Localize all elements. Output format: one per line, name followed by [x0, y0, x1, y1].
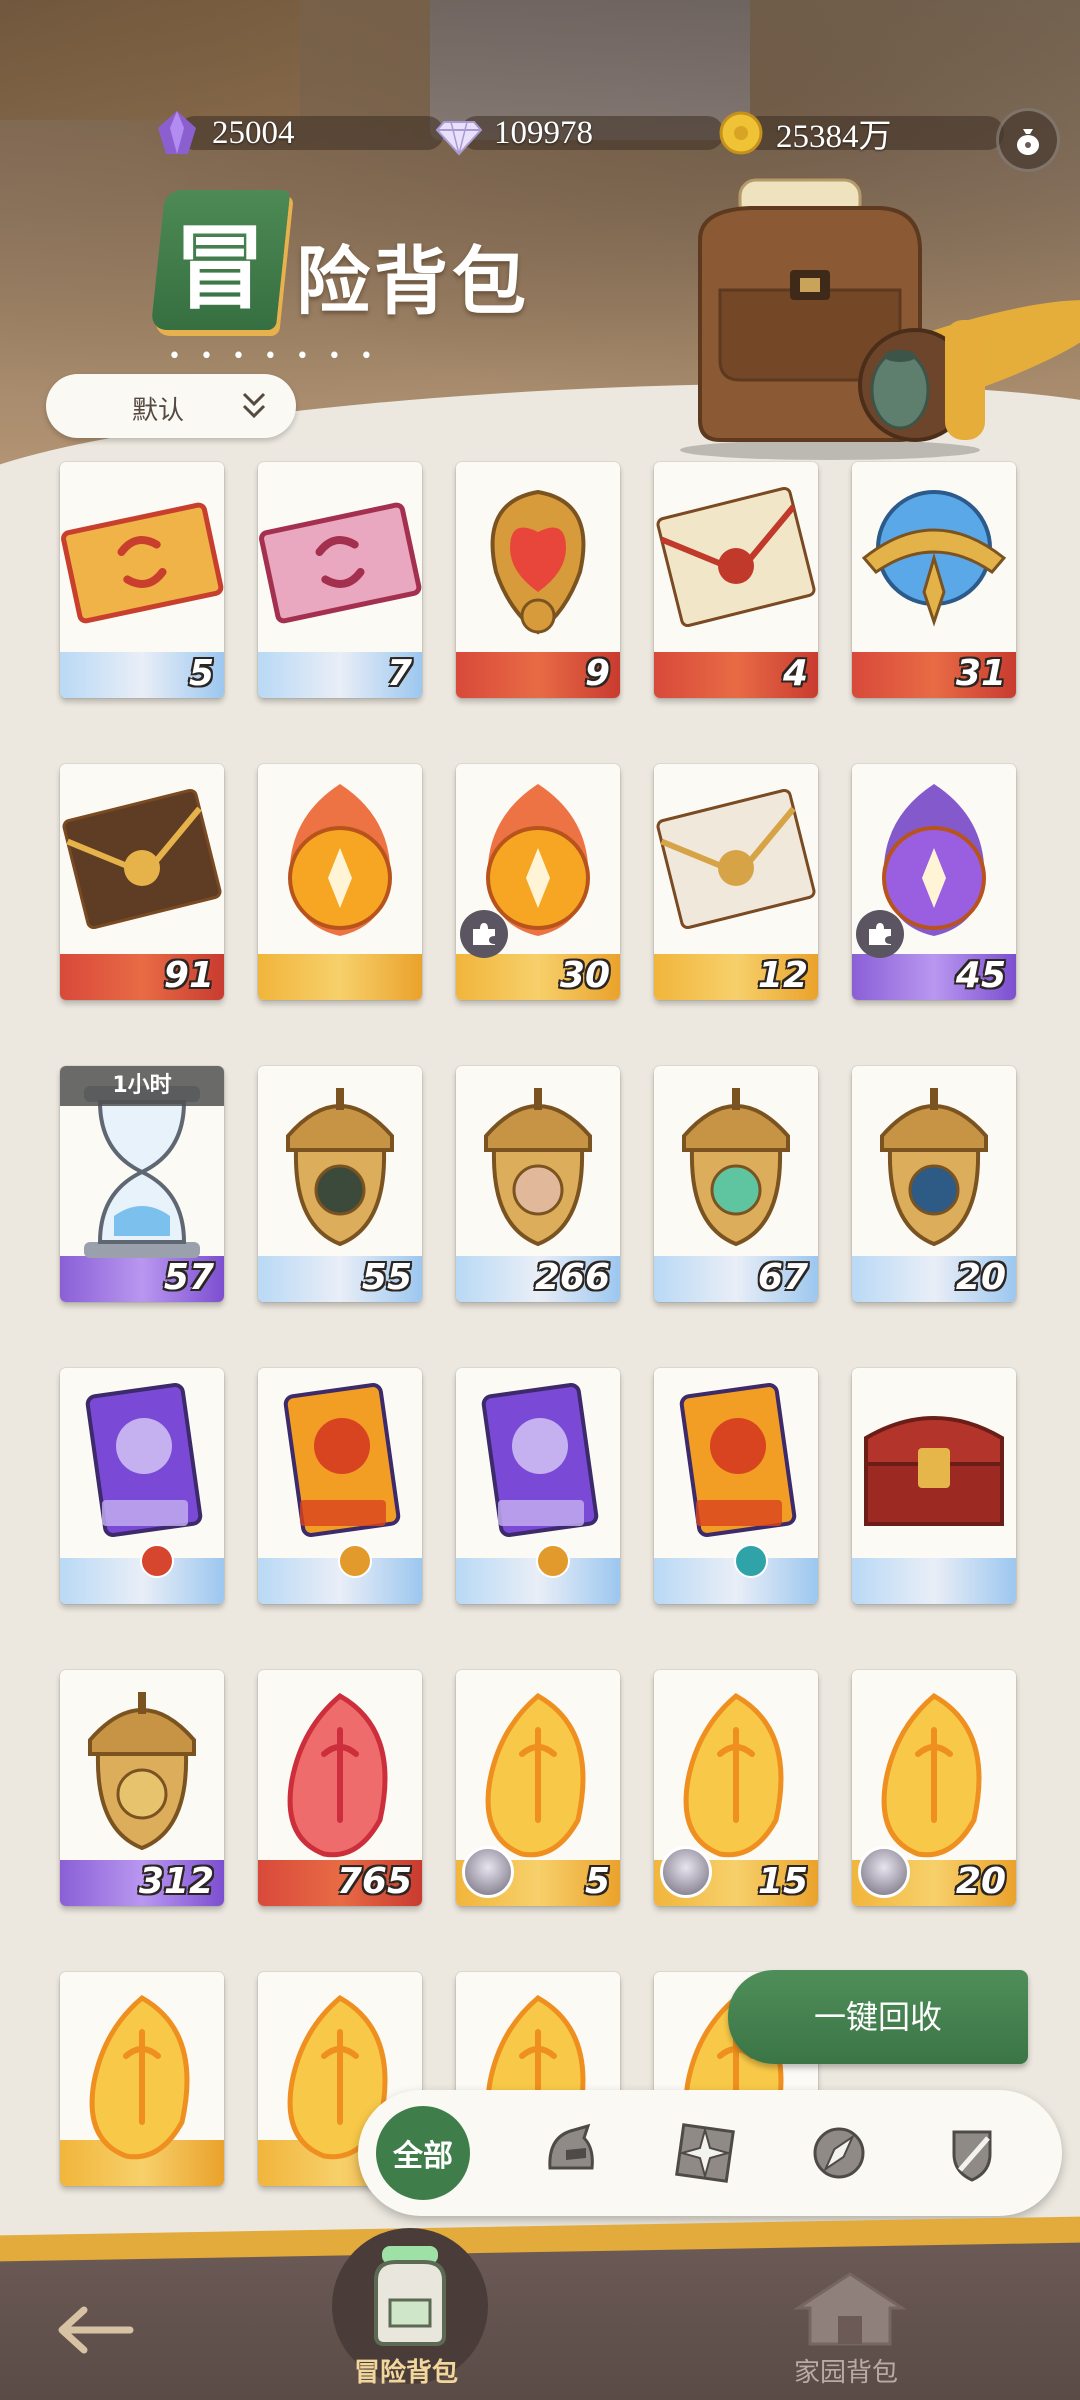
emblem-badge-icon: [338, 1544, 372, 1578]
item-card[interactable]: 4: [654, 462, 818, 698]
currency-purple-crystal: 25004: [152, 108, 444, 158]
nav-tab-adventure-bag[interactable]: 冒险背包: [310, 2228, 510, 2400]
diamond-icon: [435, 121, 483, 156]
item-card[interactable]: [258, 1368, 422, 1604]
item-count: 31: [955, 653, 1006, 694]
item-card[interactable]: 12: [654, 764, 818, 1000]
item-count: 15: [757, 1861, 808, 1902]
money-bag-button[interactable]: [996, 108, 1060, 172]
item-count: 55: [361, 1257, 412, 1298]
item-card[interactable]: 9: [456, 462, 620, 698]
item-count: 7: [386, 653, 412, 694]
item-count: 30: [559, 955, 610, 996]
item-card[interactable]: 5: [60, 462, 224, 698]
item-card[interactable]: 765: [258, 1670, 422, 1906]
house-icon: [792, 2272, 908, 2346]
item-count: 57: [163, 1257, 214, 1298]
item-count: 9: [584, 653, 610, 694]
gold-seed-icon: [89, 1994, 190, 2160]
item-card[interactable]: 31: [852, 462, 1016, 698]
filter-all-tab[interactable]: 全部: [376, 2106, 470, 2200]
item-card[interactable]: 20: [852, 1670, 1016, 1906]
sort-selected: 默认: [132, 396, 185, 426]
item-card[interactable]: 1小时 57: [60, 1066, 224, 1302]
nav-tab-home-bag[interactable]: 家园背包: [770, 2240, 930, 2400]
title-badge: 冒: [150, 190, 291, 330]
character-avatar: [858, 1846, 910, 1898]
puzzle-piece-icon: [460, 910, 508, 958]
item-card[interactable]: 30: [456, 764, 620, 1000]
item-count: 20: [955, 1257, 1006, 1298]
item-card[interactable]: 20: [852, 1066, 1016, 1302]
item-count: 312: [138, 1861, 214, 1902]
sword-shield-icon[interactable]: [938, 2118, 1008, 2188]
item-card[interactable]: 312: [60, 1670, 224, 1906]
item-card[interactable]: 55: [258, 1066, 422, 1302]
item-card[interactable]: 266: [456, 1066, 620, 1302]
recycle-button-label: 一键回收: [813, 1998, 942, 2036]
fire-coin-icon: [288, 784, 392, 936]
item-card[interactable]: [60, 1972, 224, 2186]
title-badge-char: 冒: [174, 213, 267, 322]
backpack-illustration: [680, 178, 985, 460]
item-count: 20: [955, 1861, 1006, 1902]
gold-coin-icon: [719, 111, 763, 155]
item-count: 4: [782, 653, 808, 694]
item-count: 266: [534, 1257, 610, 1298]
treasure-chest-icon: [864, 1416, 1004, 1526]
compass-star-icon[interactable]: [670, 2118, 740, 2188]
nav-adventure-label: 冒险背包: [354, 2358, 459, 2388]
currency-diamond: 109978: [434, 108, 724, 158]
back-arrow-icon[interactable]: [50, 2300, 140, 2360]
item-card[interactable]: 5: [456, 1670, 620, 1906]
item-card[interactable]: 45: [852, 764, 1016, 1000]
currency-gold-coin: 25384万: [716, 108, 1004, 158]
puzzle-piece-icon: [856, 910, 904, 958]
title-dots: • • • • • • •: [168, 344, 379, 369]
character-avatar: [660, 1846, 712, 1898]
item-card[interactable]: 15: [654, 1670, 818, 1906]
item-count: 91: [163, 955, 214, 996]
item-card[interactable]: 67: [654, 1066, 818, 1302]
bottom-navigation: 冒险背包 家园背包: [0, 2216, 1080, 2400]
backpack-icon: [374, 2246, 446, 2346]
currency-value: 25004: [212, 114, 295, 151]
currency-value: 25384万: [776, 119, 892, 155]
emblem-badge-icon: [734, 1544, 768, 1578]
helmet-icon[interactable]: [536, 2118, 606, 2188]
roof-scenery: [0, 0, 300, 120]
item-count: 45: [955, 955, 1006, 996]
page-title: 险背包: [296, 239, 530, 325]
filter-all-label: 全部: [393, 2139, 453, 2174]
item-count: 5: [584, 1861, 610, 1902]
money-bag-icon: [1017, 129, 1039, 155]
emblem-badge-icon: [536, 1544, 570, 1578]
currency-value: 109978: [494, 114, 593, 151]
item-card[interactable]: 7: [258, 462, 422, 698]
emblem-badge-icon: [140, 1544, 174, 1578]
item-count: 12: [757, 955, 808, 996]
item-count: 765: [336, 1861, 412, 1902]
character-avatar: [462, 1846, 514, 1898]
item-card[interactable]: [456, 1368, 620, 1604]
item-card[interactable]: [654, 1368, 818, 1604]
item-card[interactable]: [258, 764, 422, 1000]
sort-dropdown[interactable]: 默认: [46, 374, 296, 438]
nav-home-label: 家园背包: [794, 2358, 899, 2388]
category-filter-bar: 全部: [358, 2090, 1062, 2216]
item-card[interactable]: [60, 1368, 224, 1604]
timer-label: 1小时: [60, 1066, 224, 1106]
purple-crystal-icon: [158, 111, 196, 154]
one-click-recycle-button[interactable]: 一键回收: [728, 1970, 1028, 2064]
item-card[interactable]: 91: [60, 764, 224, 1000]
chevron-down-icon: [242, 392, 266, 419]
item-count: 67: [757, 1257, 808, 1298]
item-count: 5: [188, 653, 214, 694]
compass-icon[interactable]: [804, 2118, 874, 2188]
item-card[interactable]: [852, 1368, 1016, 1604]
